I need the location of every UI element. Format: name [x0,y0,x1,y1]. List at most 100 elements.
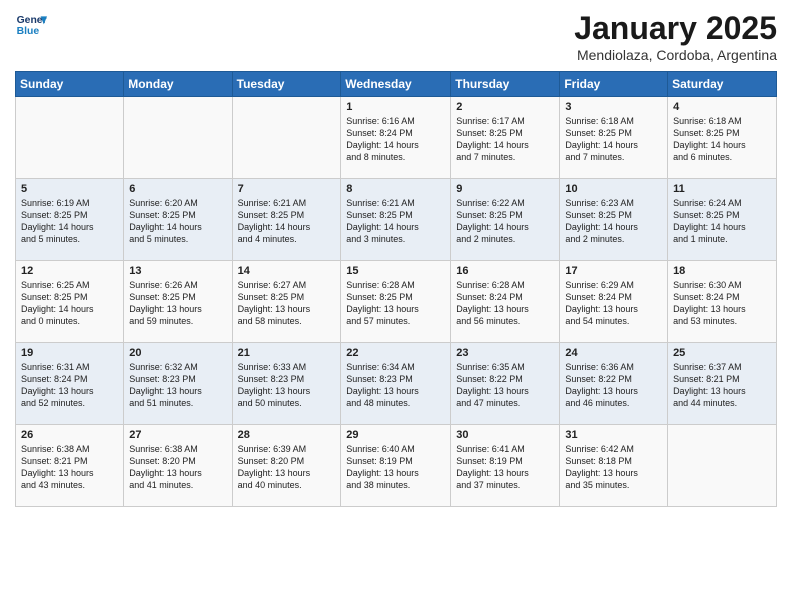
day-info: Sunrise: 6:25 AM Sunset: 8:25 PM Dayligh… [21,279,118,328]
day-number: 29 [346,429,445,441]
day-number: 4 [673,101,771,113]
day-info: Sunrise: 6:19 AM Sunset: 8:25 PM Dayligh… [21,197,118,246]
week-row-5: 26 Sunrise: 6:38 AM Sunset: 8:21 PM Dayli… [16,425,777,507]
day-cell: 26 Sunrise: 6:38 AM Sunset: 8:21 PM Dayli… [16,425,124,507]
day-number: 20 [129,347,226,359]
day-cell: 29 Sunrise: 6:40 AM Sunset: 8:19 PM Dayli… [341,425,451,507]
day-info: Sunrise: 6:34 AM Sunset: 8:23 PM Dayligh… [346,361,445,410]
day-cell: 9 Sunrise: 6:22 AM Sunset: 8:25 PM Daylig… [451,179,560,261]
day-number: 6 [129,183,226,195]
day-cell: 31Sunrise: 6:42 AM Sunset: 8:18 PM Dayli… [560,425,668,507]
day-info: Sunrise: 6:38 AM Sunset: 8:21 PM Dayligh… [21,443,118,492]
day-info: Sunrise: 6:32 AM Sunset: 8:23 PM Dayligh… [129,361,226,410]
weekday-header-wednesday: Wednesday [341,72,451,97]
location: Mendiolaza, Cordoba, Argentina [574,47,777,63]
weekday-header-monday: Monday [124,72,232,97]
day-number: 2 [456,101,554,113]
day-number: 13 [129,265,226,277]
day-info: Sunrise: 6:16 AM Sunset: 8:24 PM Dayligh… [346,115,445,164]
day-number: 7 [238,183,336,195]
day-cell [232,97,341,179]
day-cell: 17Sunrise: 6:29 AM Sunset: 8:24 PM Dayli… [560,261,668,343]
day-cell: 14Sunrise: 6:27 AM Sunset: 8:25 PM Dayli… [232,261,341,343]
weekday-header-tuesday: Tuesday [232,72,341,97]
day-cell: 8 Sunrise: 6:21 AM Sunset: 8:25 PM Daylig… [341,179,451,261]
day-info: Sunrise: 6:31 AM Sunset: 8:24 PM Dayligh… [21,361,118,410]
header: General Blue January 2025 Mendiolaza, Co… [15,10,777,63]
week-row-4: 19 Sunrise: 6:31 AM Sunset: 8:24 PM Dayli… [16,343,777,425]
weekday-header-thursday: Thursday [451,72,560,97]
day-cell [16,97,124,179]
day-info: Sunrise: 6:35 AM Sunset: 8:22 PM Dayligh… [456,361,554,410]
day-cell: 1Sunrise: 6:16 AM Sunset: 8:24 PM Daylig… [341,97,451,179]
day-number: 26 [21,429,118,441]
logo-icon: General Blue [15,10,47,42]
day-number: 30 [456,429,554,441]
week-row-2: 5 Sunrise: 6:19 AM Sunset: 8:25 PM Daylig… [16,179,777,261]
day-cell: 2 Sunrise: 6:17 AM Sunset: 8:25 PM Daylig… [451,97,560,179]
day-number: 27 [129,429,226,441]
day-info: Sunrise: 6:18 AM Sunset: 8:25 PM Dayligh… [673,115,771,164]
day-number: 22 [346,347,445,359]
day-number: 3 [565,101,662,113]
day-number: 8 [346,183,445,195]
day-number: 28 [238,429,336,441]
day-number: 9 [456,183,554,195]
day-number: 19 [21,347,118,359]
day-cell: 7 Sunrise: 6:21 AM Sunset: 8:25 PM Daylig… [232,179,341,261]
day-info: Sunrise: 6:18 AM Sunset: 8:25 PM Dayligh… [565,115,662,164]
day-info: Sunrise: 6:21 AM Sunset: 8:25 PM Dayligh… [346,197,445,246]
day-info: Sunrise: 6:22 AM Sunset: 8:25 PM Dayligh… [456,197,554,246]
day-number: 16 [456,265,554,277]
day-info: Sunrise: 6:41 AM Sunset: 8:19 PM Dayligh… [456,443,554,492]
day-info: Sunrise: 6:38 AM Sunset: 8:20 PM Dayligh… [129,443,226,492]
weekday-header-friday: Friday [560,72,668,97]
day-cell: 5 Sunrise: 6:19 AM Sunset: 8:25 PM Daylig… [16,179,124,261]
day-info: Sunrise: 6:28 AM Sunset: 8:24 PM Dayligh… [456,279,554,328]
day-cell: 22 Sunrise: 6:34 AM Sunset: 8:23 PM Dayli… [341,343,451,425]
day-cell: 25 Sunrise: 6:37 AM Sunset: 8:21 PM Dayli… [668,343,777,425]
day-cell: 15Sunrise: 6:28 AM Sunset: 8:25 PM Dayli… [341,261,451,343]
day-info: Sunrise: 6:21 AM Sunset: 8:25 PM Dayligh… [238,197,336,246]
day-cell: 30 Sunrise: 6:41 AM Sunset: 8:19 PM Dayli… [451,425,560,507]
day-info: Sunrise: 6:24 AM Sunset: 8:25 PM Dayligh… [673,197,771,246]
day-cell: 21Sunrise: 6:33 AM Sunset: 8:23 PM Dayli… [232,343,341,425]
day-info: Sunrise: 6:23 AM Sunset: 8:25 PM Dayligh… [565,197,662,246]
day-cell: 18Sunrise: 6:30 AM Sunset: 8:24 PM Dayli… [668,261,777,343]
day-cell: 12Sunrise: 6:25 AM Sunset: 8:25 PM Dayli… [16,261,124,343]
day-info: Sunrise: 6:20 AM Sunset: 8:25 PM Dayligh… [129,197,226,246]
day-number: 17 [565,265,662,277]
day-cell: 23Sunrise: 6:35 AM Sunset: 8:22 PM Dayli… [451,343,560,425]
day-number: 25 [673,347,771,359]
day-number: 5 [21,183,118,195]
title-block: January 2025 Mendiolaza, Cordoba, Argent… [574,10,777,63]
page: General Blue January 2025 Mendiolaza, Co… [0,0,792,612]
day-cell: 27 Sunrise: 6:38 AM Sunset: 8:20 PM Dayli… [124,425,232,507]
day-info: Sunrise: 6:26 AM Sunset: 8:25 PM Dayligh… [129,279,226,328]
day-info: Sunrise: 6:17 AM Sunset: 8:25 PM Dayligh… [456,115,554,164]
month-title: January 2025 [574,10,777,47]
day-cell: 13 Sunrise: 6:26 AM Sunset: 8:25 PM Dayli… [124,261,232,343]
weekday-header-saturday: Saturday [668,72,777,97]
day-cell: 20 Sunrise: 6:32 AM Sunset: 8:23 PM Dayli… [124,343,232,425]
day-cell: 3 Sunrise: 6:18 AM Sunset: 8:25 PM Daylig… [560,97,668,179]
day-cell: 16 Sunrise: 6:28 AM Sunset: 8:24 PM Dayli… [451,261,560,343]
day-info: Sunrise: 6:33 AM Sunset: 8:23 PM Dayligh… [238,361,336,410]
day-number: 10 [565,183,662,195]
weekday-header-sunday: Sunday [16,72,124,97]
day-cell [668,425,777,507]
day-info: Sunrise: 6:28 AM Sunset: 8:25 PM Dayligh… [346,279,445,328]
logo: General Blue [15,10,47,42]
day-info: Sunrise: 6:39 AM Sunset: 8:20 PM Dayligh… [238,443,336,492]
day-cell: 24Sunrise: 6:36 AM Sunset: 8:22 PM Dayli… [560,343,668,425]
day-info: Sunrise: 6:37 AM Sunset: 8:21 PM Dayligh… [673,361,771,410]
day-cell: 4 Sunrise: 6:18 AM Sunset: 8:25 PM Daylig… [668,97,777,179]
day-cell: 11 Sunrise: 6:24 AM Sunset: 8:25 PM Dayli… [668,179,777,261]
day-number: 18 [673,265,771,277]
day-number: 11 [673,183,771,195]
svg-text:Blue: Blue [17,26,40,37]
day-info: Sunrise: 6:36 AM Sunset: 8:22 PM Dayligh… [565,361,662,410]
weekday-header-row: SundayMondayTuesdayWednesdayThursdayFrid… [16,72,777,97]
day-info: Sunrise: 6:40 AM Sunset: 8:19 PM Dayligh… [346,443,445,492]
day-cell [124,97,232,179]
